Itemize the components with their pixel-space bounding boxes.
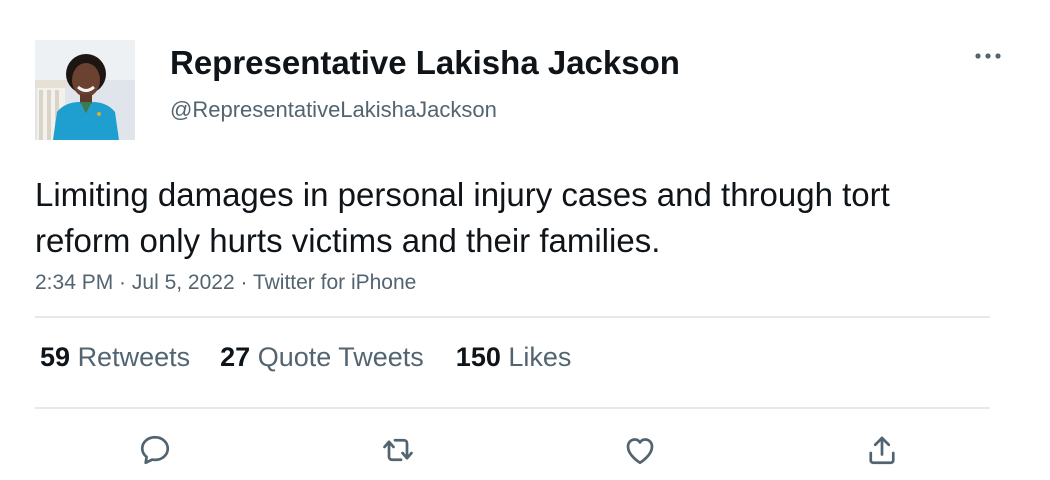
more-icon [975,53,1001,59]
like-button[interactable] [620,430,660,470]
share-icon [869,436,895,465]
divider [35,407,990,409]
quote-tweets-stat[interactable]: 27 Quote Tweets [220,342,424,373]
divider [35,316,990,318]
author-name[interactable]: Representative Lakisha Jackson [170,44,680,82]
retweet-button[interactable] [378,430,418,470]
tweet-source[interactable]: Twitter for iPhone [253,271,416,294]
reply-button[interactable] [135,430,175,470]
meta-separator: · [234,271,253,294]
avatar[interactable] [35,40,135,140]
tweet-meta: 2:34 PM · Jul 5, 2022 · Twitter for iPho… [35,271,416,295]
retweets-count: 59 [40,342,71,372]
likes-stat[interactable]: 150 Likes [456,342,572,373]
retweet-icon [383,438,413,462]
tweet-time[interactable]: 2:34 PM [35,271,113,294]
tweet-date[interactable]: Jul 5, 2022 [132,271,235,294]
share-button[interactable] [862,430,902,470]
tweet-stats: 59 Retweets 27 Quote Tweets 150 Likes [40,342,571,373]
retweets-stat[interactable]: 59 Retweets [40,342,190,373]
author-handle[interactable]: @RepresentativeLakishaJackson [170,97,497,123]
tweet-text: Limiting damages in personal injury case… [35,176,890,259]
likes-count: 150 [455,342,501,372]
more-options-button[interactable] [970,44,1006,68]
retweets-label: Retweets [77,342,191,372]
quote-tweets-count: 27 [220,342,251,372]
reply-icon [140,435,170,465]
likes-label: Likes [508,342,572,372]
profile-photo [35,40,135,140]
meta-separator: · [113,271,132,294]
like-icon [626,438,654,465]
quote-tweets-label: Quote Tweets [257,342,424,372]
